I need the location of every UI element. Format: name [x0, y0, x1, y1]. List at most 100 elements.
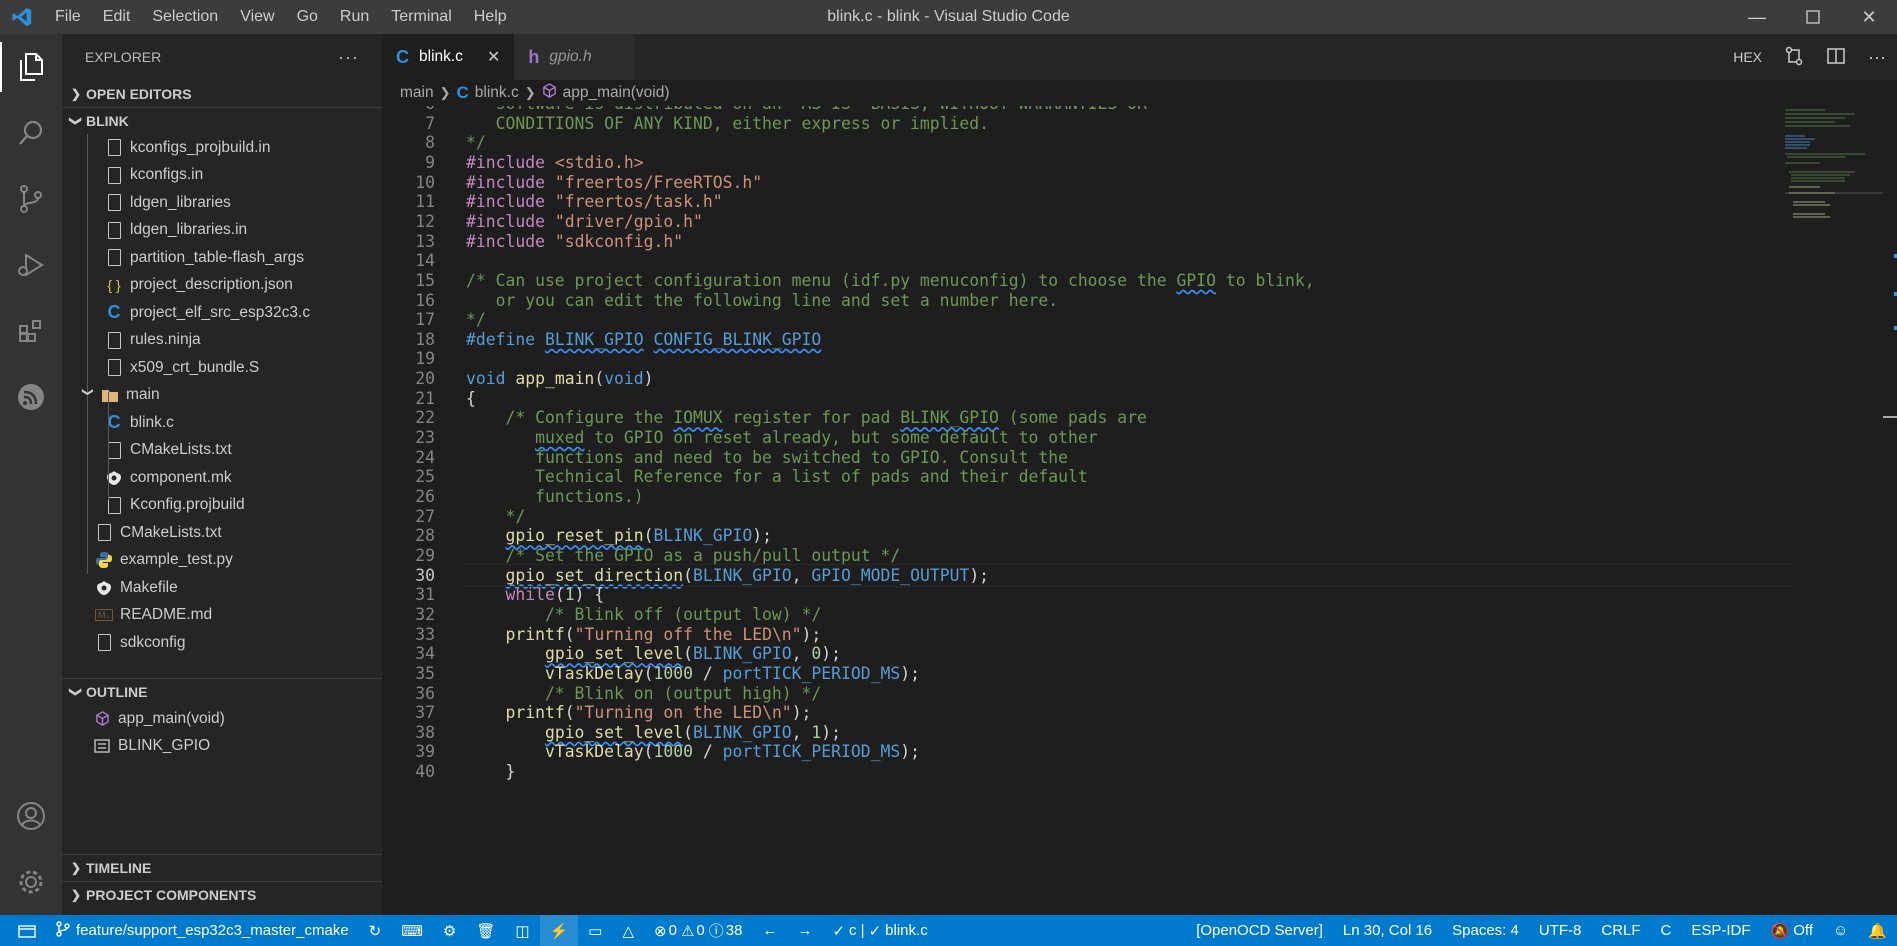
openocd-server-button[interactable]: [OpenOCD Server]: [1186, 915, 1333, 946]
tab-gpio-h[interactable]: h gpio.h: [514, 34, 634, 80]
branch-label: feature/support_esp32c3_master_cmake: [76, 922, 349, 939]
menu-file[interactable]: File: [44, 0, 92, 34]
file-item[interactable]: Cproject_elf_src_esp32c3.c: [62, 299, 382, 327]
remote-icon[interactable]: [0, 915, 46, 946]
run-debug-icon[interactable]: [0, 232, 62, 298]
file-icon: [104, 358, 124, 378]
source-control-icon[interactable]: [0, 166, 62, 232]
more-actions-icon[interactable]: ···: [338, 47, 359, 68]
file-label: kconfigs_projbuild.in: [130, 138, 271, 156]
breadcrumb-folder[interactable]: main: [400, 84, 434, 102]
file-item[interactable]: M↓ README.md: [62, 602, 382, 630]
warnings-count: 0: [696, 922, 705, 939]
maximize-icon[interactable]: [1785, 0, 1841, 34]
outline-item[interactable]: BLINK_GPIO: [62, 733, 382, 761]
explorer-icon[interactable]: [0, 34, 62, 100]
file-item[interactable]: CMakeLists.txt: [62, 437, 382, 465]
arrow-right-icon[interactable]: →: [787, 915, 822, 946]
file-icon: [104, 193, 124, 213]
minimize-icon[interactable]: —: [1729, 0, 1785, 34]
title-bar: File Edit Selection View Go Run Terminal Help b…: [0, 0, 1897, 34]
split-editor-icon[interactable]: [1826, 46, 1846, 69]
encoding[interactable]: UTF-8: [1529, 915, 1592, 946]
file-item[interactable]: rules.ninja: [62, 327, 382, 355]
plug-icon[interactable]: ⌨: [391, 915, 433, 946]
breadcrumb: main ❯ C blink.c ❯ app_main(void): [382, 80, 1897, 106]
breadcrumb-symbol[interactable]: app_main(void): [563, 84, 670, 102]
hex-view-button[interactable]: HEX: [1733, 49, 1762, 65]
feedback-icon[interactable]: ☺: [1823, 915, 1858, 946]
workspace-section[interactable]: ❯ BLINK: [62, 107, 382, 134]
more-actions-icon[interactable]: ···: [1868, 47, 1886, 68]
explorer-header: EXPLORER ···: [62, 34, 382, 80]
database-icon[interactable]: ◫: [505, 915, 539, 946]
close-window-icon[interactable]: ✕: [1841, 0, 1897, 34]
code-editor[interactable]: 6 software is distributed on an "AS IS" …: [382, 106, 1897, 915]
menu-help[interactable]: Help: [463, 0, 518, 34]
notifications-icon[interactable]: 🔔: [1858, 915, 1897, 946]
menu-view[interactable]: View: [229, 0, 285, 34]
settings-icon[interactable]: ⚙: [433, 915, 466, 946]
file-item[interactable]: ldgen_libraries.in: [62, 217, 382, 245]
close-tab-icon[interactable]: ✕: [487, 47, 500, 67]
open-editors-section[interactable]: ❯ OPEN EDITORS: [62, 80, 382, 107]
file-tree: kconfigs_projbuild.in kconfigs.in ldgen_li…: [62, 134, 382, 678]
chevron-right-icon: ❯: [70, 888, 82, 902]
extensions-icon[interactable]: [0, 298, 62, 364]
flash-icon[interactable]: ⚡: [539, 915, 579, 946]
file-item[interactable]: Kconfig.projbuild: [62, 492, 382, 520]
tab-blink-c[interactable]: C blink.c ✕: [382, 34, 515, 80]
check-icon: ✓: [868, 922, 882, 940]
editor-scrollbar[interactable]: [1883, 106, 1897, 915]
file-item[interactable]: Makefile: [62, 574, 382, 602]
file-item[interactable]: { } project_description.json: [62, 272, 382, 300]
folder-item[interactable]: ❯ main: [62, 382, 382, 410]
language-mode[interactable]: C: [1651, 915, 1682, 946]
indentation[interactable]: Spaces: 4: [1442, 915, 1529, 946]
file-item[interactable]: x509_crt_bundle.S: [62, 354, 382, 382]
trash-icon[interactable]: 🗑: [466, 915, 505, 946]
menu-terminal[interactable]: Terminal: [380, 0, 462, 34]
chevron-down-icon: ❯: [69, 686, 83, 698]
timeline-section[interactable]: ❯ TIMELINE: [62, 854, 382, 881]
minimap[interactable]: [1775, 106, 1897, 915]
breadcrumb-file[interactable]: blink.c: [475, 84, 519, 102]
constant-icon: [92, 736, 112, 756]
search-icon[interactable]: [0, 100, 62, 166]
menu-go[interactable]: Go: [286, 0, 329, 34]
flame-icon[interactable]: △: [612, 915, 644, 946]
branch-item[interactable]: feature/support_esp32c3_master_cmake: [46, 915, 359, 946]
file-item[interactable]: component.mk: [62, 464, 382, 492]
arrow-left-icon[interactable]: ←: [752, 915, 787, 946]
file-item[interactable]: sdkconfig: [62, 629, 382, 657]
file-item[interactable]: Cblink.c: [62, 409, 382, 437]
menu-edit[interactable]: Edit: [92, 0, 142, 34]
sync-icon[interactable]: ↻: [359, 915, 392, 946]
end-of-line[interactable]: CRLF: [1591, 915, 1650, 946]
espressif-icon[interactable]: [0, 364, 62, 430]
outline-section[interactable]: ❯ OUTLINE: [62, 678, 382, 705]
monitor-icon[interactable]: ▭: [578, 915, 612, 946]
file-item[interactable]: kconfigs.in: [62, 162, 382, 190]
project-components-section[interactable]: ❯ PROJECT COMPONENTS: [62, 881, 382, 908]
outline-item[interactable]: app_main(void): [62, 705, 382, 733]
file-item[interactable]: example_test.py: [62, 547, 382, 575]
compare-changes-icon[interactable]: [1784, 46, 1804, 69]
file-icon: [104, 220, 124, 240]
file-item[interactable]: CMakeLists.txt: [62, 519, 382, 547]
menu-selection[interactable]: Selection: [141, 0, 229, 34]
account-icon[interactable]: [0, 783, 62, 849]
c-file-icon: C: [396, 46, 409, 67]
problems-item[interactable]: ⊗ 0 ⚠ 0 ⓘ 38: [644, 915, 752, 946]
file-item[interactable]: partition_table-flash_args: [62, 244, 382, 272]
line-code: }: [466, 762, 516, 782]
framework[interactable]: ESP-IDF: [1681, 915, 1760, 946]
file-item[interactable]: ldgen_libraries: [62, 189, 382, 217]
check-item[interactable]: ✓ c | ✓ blink.c: [822, 915, 937, 946]
info-icon: ⓘ: [708, 923, 724, 940]
file-item[interactable]: kconfigs_projbuild.in: [62, 134, 382, 162]
cursor-position[interactable]: Ln 30, Col 16: [1333, 915, 1442, 946]
toggle-item[interactable]: 🔕 Off: [1761, 915, 1823, 946]
settings-gear-icon[interactable]: [0, 849, 62, 915]
menu-run[interactable]: Run: [329, 0, 380, 34]
